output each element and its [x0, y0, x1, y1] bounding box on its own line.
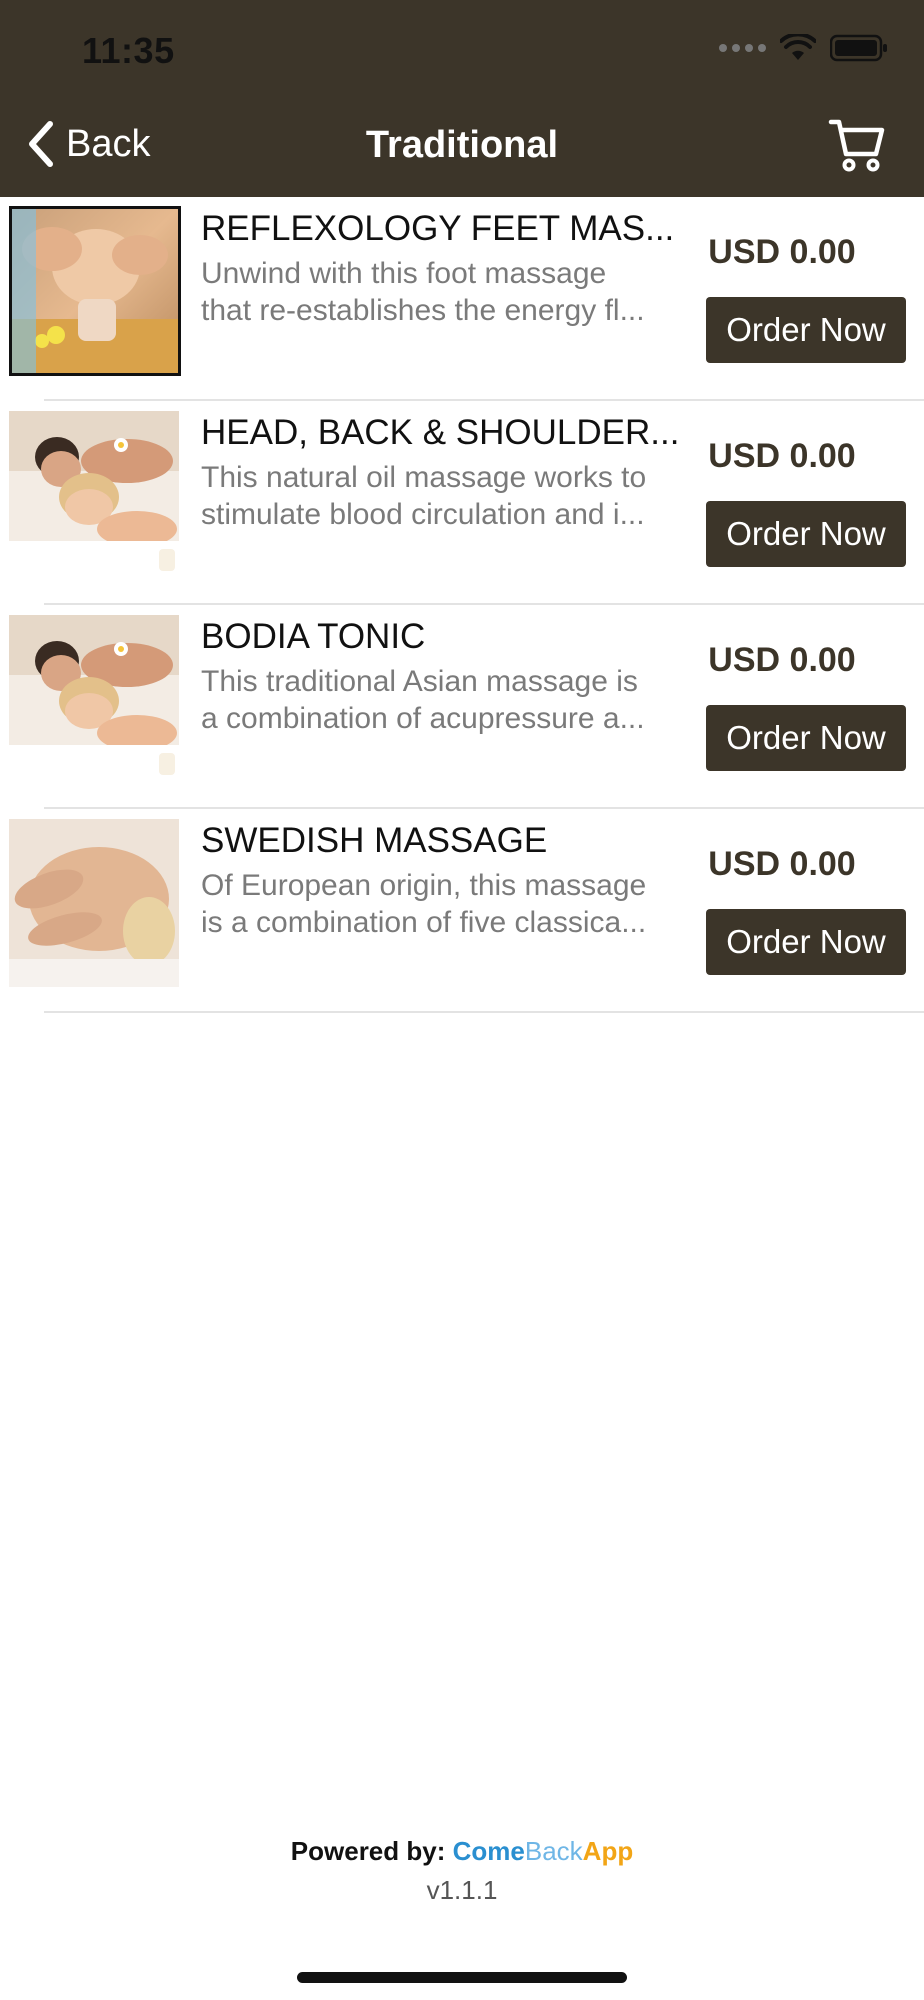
footer: Powered by: ComeBackApp v1.1.1 [0, 1836, 924, 1906]
item-description: This traditional Asian massage is a comb… [201, 663, 689, 737]
order-now-button[interactable]: Order Now [706, 909, 906, 975]
page-title: Traditional [365, 124, 559, 166]
battery-icon [830, 34, 887, 62]
item-description-line: is a combination of five classica... [201, 906, 647, 939]
order-now-button[interactable]: Order Now [706, 297, 906, 363]
item-price: USD 0.00 [708, 233, 856, 271]
header: 11:35 Back Traditional [0, 0, 924, 197]
item-description-line: stimulate blood circulation and i... [201, 498, 645, 531]
brand-app: App [582, 1836, 634, 1866]
signal-icon [719, 44, 766, 52]
list-item[interactable]: REFLEXOLOGY FEET MAS... Unwind with this… [0, 197, 924, 401]
list-item[interactable]: SWEDISH MASSAGE Of European origin, this… [0, 809, 924, 1013]
app-version: v1.1.1 [426, 1875, 498, 1905]
item-description-line: This natural oil massage works to [201, 461, 647, 494]
item-title: SWEDISH MASSAGE [201, 821, 548, 860]
item-description-line: a combination of acupressure a... [201, 702, 645, 735]
item-title: BODIA TONIC [201, 617, 426, 656]
cart-button[interactable] [828, 116, 886, 174]
list-item[interactable]: HEAD, BACK & SHOULDER... This natural oi… [0, 401, 924, 605]
powered-by-label: Powered by: [290, 1836, 446, 1866]
status-time: 11:35 [82, 30, 175, 71]
home-indicator[interactable] [297, 1972, 627, 1983]
brand-logo[interactable]: ComeBackApp [453, 1836, 634, 1866]
screen: 11:35 Back Traditional REFLEXOLOGY FEET … [0, 0, 924, 2000]
item-price: USD 0.00 [708, 437, 856, 475]
item-description-line: Of European origin, this massage [201, 869, 647, 902]
wifi-icon [780, 34, 816, 60]
product-image-swedish-massage [9, 819, 179, 987]
item-price: USD 0.00 [708, 641, 856, 679]
item-description-line: This traditional Asian massage is [201, 665, 638, 698]
item-title: REFLEXOLOGY FEET MAS... [201, 209, 675, 248]
product-image-reflexology [9, 206, 181, 376]
order-now-button[interactable]: Order Now [706, 705, 906, 771]
powered-by: Powered by: ComeBackApp [0, 1836, 924, 1867]
brand-come: Come [452, 1836, 525, 1866]
item-description-line: Unwind with this foot massage [201, 257, 607, 290]
status-icons [719, 34, 888, 62]
item-description-line: that re-establishes the energy fl... [201, 294, 645, 327]
product-image-bodia-tonic [9, 615, 179, 783]
item-description: Of European origin, this massage is a co… [201, 867, 689, 941]
brand-back: Back [524, 1836, 583, 1866]
divider [44, 1011, 924, 1013]
product-list: REFLEXOLOGY FEET MAS... Unwind with this… [0, 197, 924, 1013]
cart-icon [828, 119, 885, 172]
item-description: Unwind with this foot massage that re-es… [201, 255, 689, 329]
item-title: HEAD, BACK & SHOULDER... [201, 413, 680, 452]
product-image-head-back-shoulder [9, 411, 179, 579]
order-now-button[interactable]: Order Now [706, 501, 906, 567]
item-description: This natural oil massage works to stimul… [201, 459, 689, 533]
item-price: USD 0.00 [708, 845, 856, 883]
list-item[interactable]: BODIA TONIC This traditional Asian massa… [0, 605, 924, 809]
